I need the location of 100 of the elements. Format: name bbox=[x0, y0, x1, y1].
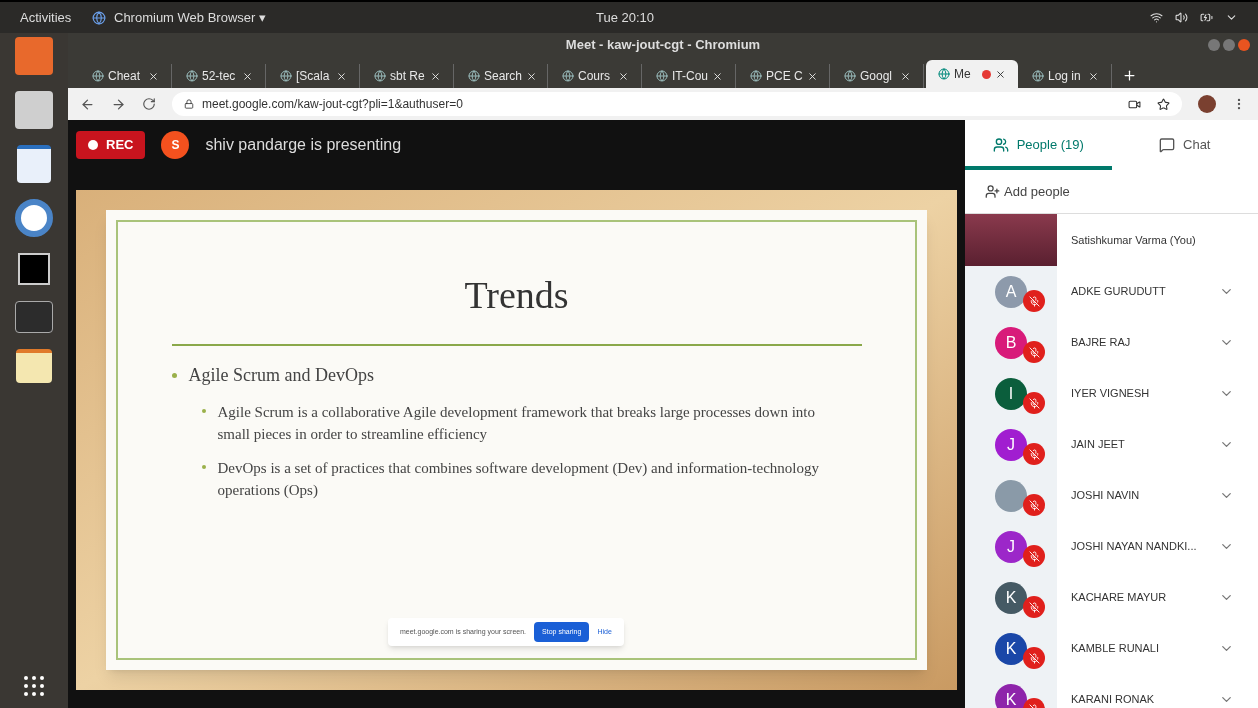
tab-favicon-icon bbox=[280, 70, 292, 82]
participant-row[interactable]: I IYER VIGNESH bbox=[965, 368, 1258, 419]
participant-row[interactable]: A ADKE GURUDUTT bbox=[965, 266, 1258, 317]
participant-name: JAIN JEET bbox=[1070, 437, 1126, 453]
sub-bullet-text: DevOps is a set of practices that combines software development (Dev) and information-technology operations (Ops) bbox=[217, 459, 820, 500]
close-icon[interactable] bbox=[1238, 38, 1250, 51]
presenter-avatar: S bbox=[161, 131, 190, 159]
close-tab-icon[interactable] bbox=[336, 70, 347, 82]
back-icon[interactable] bbox=[80, 96, 95, 112]
rec-label: REC bbox=[106, 136, 134, 155]
participant-row[interactable]: Satishkumar Varma (You) bbox=[965, 214, 1258, 266]
tab-favicon-icon bbox=[750, 70, 762, 82]
participant-row[interactable]: JOSHI NAVIN bbox=[965, 470, 1258, 521]
panel-tab-label: Chat bbox=[1183, 136, 1211, 155]
tab-favicon-icon bbox=[562, 70, 574, 82]
tab-title: Cours bbox=[578, 68, 611, 85]
close-tab-icon[interactable] bbox=[995, 68, 1006, 80]
close-tab-icon[interactable] bbox=[430, 70, 441, 82]
tab-favicon-icon bbox=[374, 70, 386, 82]
avatar-initial: J bbox=[995, 428, 1027, 461]
lock-icon bbox=[184, 99, 194, 109]
tab-title: 52-tec bbox=[202, 68, 237, 85]
browser-tab[interactable]: Me bbox=[926, 60, 1018, 88]
address-bar[interactable]: meet.google.com/kaw-jout-cgt?pli=1&authuser=0 bbox=[172, 92, 1182, 116]
participant-name: JOSHI NAYAN NANDKI... bbox=[1070, 539, 1198, 555]
participant-name: BAJRE RAJ bbox=[1070, 335, 1132, 351]
tab-title: IT-Cou bbox=[672, 68, 708, 85]
tab-favicon-icon bbox=[844, 70, 856, 82]
volume-icon[interactable] bbox=[1175, 11, 1188, 24]
tab-title: Search bbox=[484, 68, 523, 85]
close-tab-icon[interactable] bbox=[526, 70, 538, 82]
app-grid-icon[interactable] bbox=[24, 676, 44, 696]
close-tab-icon[interactable] bbox=[242, 70, 253, 82]
tab-title: Me bbox=[954, 66, 972, 83]
tab-title: Log in bbox=[1048, 68, 1082, 85]
tab-title: [Scala bbox=[296, 68, 331, 85]
tab-title: Googl bbox=[860, 68, 894, 85]
bookmark-star-icon[interactable] bbox=[1157, 97, 1170, 111]
tab-favicon-icon bbox=[938, 68, 950, 80]
reload-icon[interactable] bbox=[142, 97, 156, 111]
sub-bullet-text: Agile Scrum is a collaborative Agile development framework that breaks large processes down into small pieces in order to streamline efficiency bbox=[217, 403, 816, 444]
participant-row[interactable]: K KAMBLE RUNALI bbox=[965, 623, 1258, 674]
close-tab-icon[interactable] bbox=[148, 70, 159, 82]
maximize-icon[interactable] bbox=[1223, 38, 1235, 51]
forward-icon[interactable] bbox=[111, 96, 126, 112]
app-menu[interactable]: Chromium Web Browser ▾ bbox=[114, 7, 266, 28]
avatar-initial: B bbox=[995, 326, 1027, 359]
tab-title: Cheat bbox=[108, 68, 142, 85]
profile-avatar[interactable] bbox=[1198, 95, 1216, 113]
close-tab-icon[interactable] bbox=[806, 70, 818, 82]
avatar-initial: I bbox=[995, 377, 1027, 410]
tab-title: sbt Re bbox=[390, 68, 426, 85]
close-tab-icon[interactable] bbox=[900, 70, 911, 82]
participant-row[interactable]: J JAIN JEET bbox=[965, 419, 1258, 470]
add-person-icon bbox=[985, 184, 1000, 199]
tab-title: PCE C bbox=[766, 68, 803, 85]
participant-row[interactable]: J JOSHI NAYAN NANDKI... bbox=[965, 521, 1258, 572]
close-tab-icon[interactable] bbox=[1088, 70, 1099, 82]
battery-icon[interactable] bbox=[1200, 11, 1213, 24]
participant-name: KARANI RONAK bbox=[1070, 692, 1156, 708]
activities-button[interactable]: Activities bbox=[20, 7, 92, 28]
close-tab-icon[interactable] bbox=[712, 70, 723, 82]
participant-name: KACHARE MAYUR bbox=[1070, 590, 1168, 606]
sub-bullet-icon bbox=[201, 409, 206, 413]
window-title: Meet - kaw-jout-cgt - Chromium bbox=[565, 35, 761, 54]
close-tab-icon[interactable] bbox=[618, 70, 629, 82]
tab-favicon-icon bbox=[656, 70, 668, 82]
participant-row[interactable]: B BAJRE RAJ bbox=[965, 317, 1258, 368]
participant-row[interactable]: K KARANI RONAK bbox=[965, 674, 1258, 708]
tab-favicon-icon bbox=[186, 70, 198, 82]
avatar-initial: A bbox=[995, 275, 1027, 308]
participant-name: Satishkumar Varma (You) bbox=[1070, 232, 1197, 248]
wifi-icon[interactable] bbox=[1150, 11, 1163, 24]
minimize-icon[interactable] bbox=[1208, 38, 1220, 51]
participant-name: JOSHI NAVIN bbox=[1070, 488, 1141, 504]
presenting-text: shiv pandarge is presenting bbox=[205, 135, 402, 155]
tab-favicon-icon bbox=[1032, 70, 1044, 82]
tab-favicon-icon bbox=[92, 70, 104, 82]
avatar-initial: K bbox=[995, 683, 1027, 708]
avatar-initial: K bbox=[995, 581, 1027, 614]
avatar-initial: K bbox=[995, 632, 1027, 665]
panel-tab[interactable]: People (19) bbox=[965, 124, 1112, 170]
clock[interactable]: Tue 20:10 bbox=[595, 7, 655, 28]
document-icon[interactable] bbox=[17, 145, 51, 183]
new-tab-icon[interactable] bbox=[1122, 68, 1137, 83]
participant-name: IYER VIGNESH bbox=[1070, 386, 1151, 402]
people-icon bbox=[992, 137, 1009, 153]
bullet-text: Agile Scrum and DevOps bbox=[188, 364, 374, 387]
participant-name: KAMBLE RUNALI bbox=[1070, 641, 1161, 657]
avatar-photo bbox=[995, 479, 1027, 512]
participant-name: ADKE GURUDUTT bbox=[1070, 284, 1167, 300]
panel-tab-label: People (19) bbox=[1016, 136, 1084, 155]
chat-icon bbox=[1159, 137, 1175, 153]
panel-tab[interactable]: Chat bbox=[1111, 124, 1258, 170]
bullet-icon bbox=[171, 373, 177, 378]
sub-bullet-icon bbox=[201, 465, 206, 469]
participant-row[interactable]: K KACHARE MAYUR bbox=[965, 572, 1258, 623]
tab-favicon-icon bbox=[468, 70, 480, 82]
url-text: meet.google.com/kaw-jout-cgt?pli=1&authuser=0 bbox=[202, 96, 463, 113]
slide-title: Trends bbox=[464, 273, 569, 318]
